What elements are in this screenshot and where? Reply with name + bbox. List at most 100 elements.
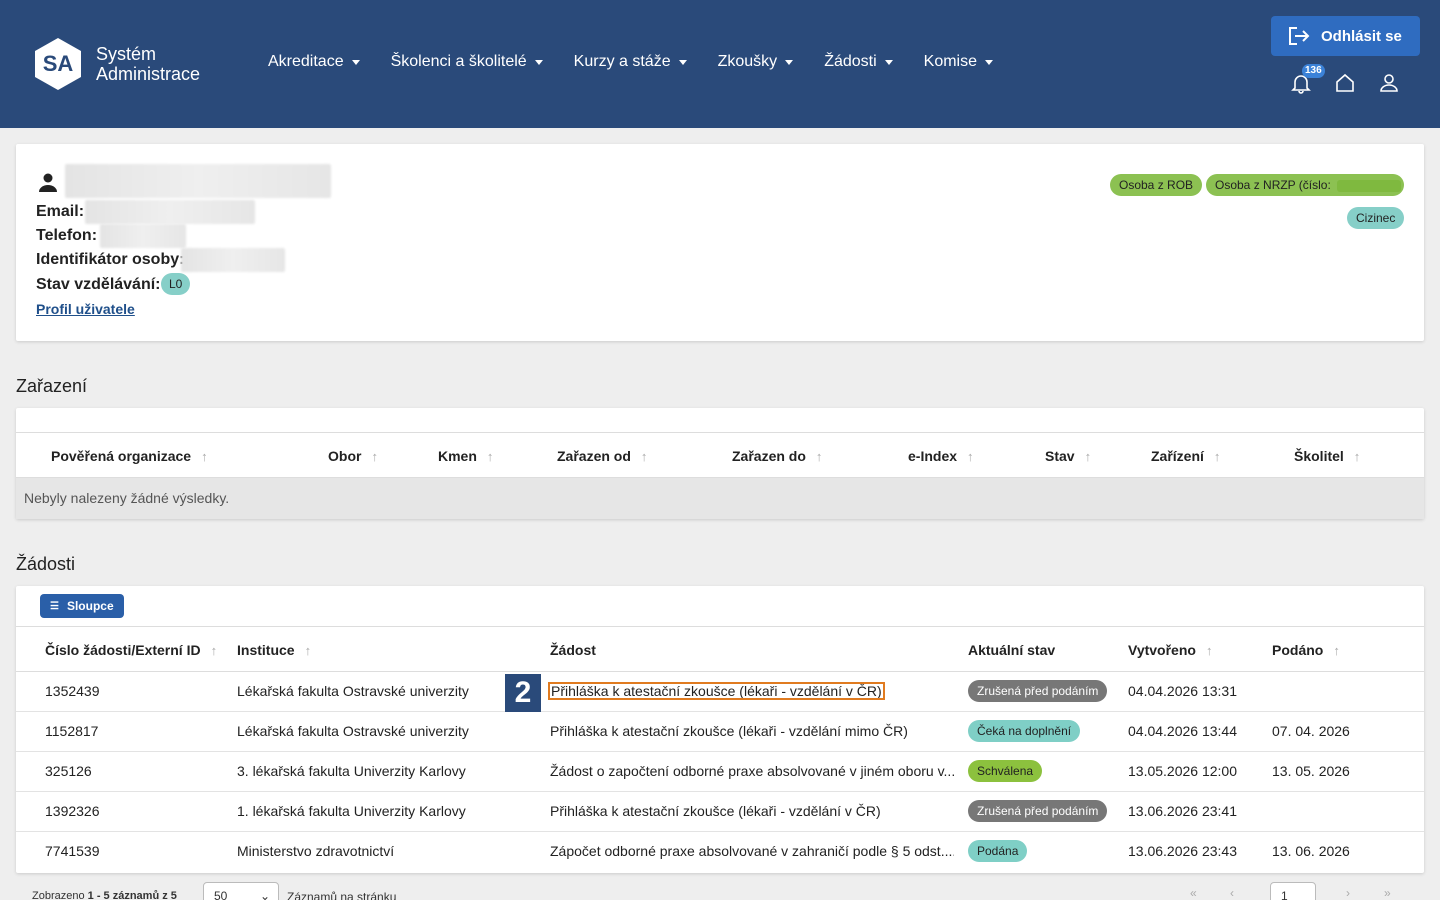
table-row[interactable]: 325126 3. lékařská fakulta Univerzity Ka… (16, 752, 1424, 792)
table-row[interactable]: 1352439 Lékařská fakulta Ostravské unive… (16, 672, 1424, 712)
table-row[interactable]: 7741539 Ministerstvo zdravotnictví Zápoč… (16, 832, 1424, 872)
sort-arrow-icon: ↑ (1205, 642, 1213, 658)
chevron-down-icon (884, 59, 893, 65)
col-zadost[interactable]: Žádost (550, 642, 596, 658)
profile-link[interactable]: Profil uživatele (36, 301, 135, 317)
nav-komise[interactable]: Komise (924, 53, 994, 71)
col-label: Podáno (1272, 642, 1324, 658)
sort-arrow-icon: ↑ (1084, 448, 1092, 464)
col-organizace[interactable]: Pověřená organizace ↑ (51, 448, 208, 464)
nav-zadosti[interactable]: Žádosti (824, 53, 893, 71)
cell-vytvoreno: 13.05.2026 12:00 (1128, 763, 1237, 779)
sort-arrow-icon: ↑ (371, 448, 378, 464)
columns-button[interactable]: ☰ Sloupce (40, 594, 124, 618)
home-button[interactable] (1334, 72, 1356, 94)
col-skolitel[interactable]: Školitel ↑ (1294, 448, 1360, 464)
notifications-button[interactable]: 136 (1290, 64, 1325, 94)
status-badge: Podána (968, 840, 1028, 862)
col-zarazen-do[interactable]: Zařazen do ↑ (732, 448, 822, 464)
table-header: Číslo žádosti/Externí ID ↑ Instituce ↑ Žád… (16, 626, 1424, 672)
badge-rob: Osoba z ROB (1110, 174, 1203, 196)
cell-podano: 13. 05. 2026 (1272, 763, 1350, 779)
logout-button[interactable]: Odhlásit se (1271, 16, 1420, 56)
nav-kurzy[interactable]: Kurzy a stáže (574, 53, 687, 71)
next-page-icon[interactable]: › (1346, 886, 1350, 900)
logout-icon (1289, 27, 1310, 45)
page-size-value: 50 (214, 889, 228, 900)
col-kmen[interactable]: Kmen ↑ (438, 448, 493, 464)
person-id-label: Identifikátor osoby: (36, 251, 185, 268)
cell-id: 1152817 (45, 723, 99, 739)
user-button[interactable] (1378, 72, 1400, 94)
nav-skolenci[interactable]: Školenci a školitelé (391, 53, 543, 71)
page-value: 1 (1281, 889, 1288, 900)
cell-zadost-link[interactable]: Zápočet odborné praxe absolvované v zahr… (550, 843, 954, 859)
col-obor[interactable]: Obor ↑ (328, 448, 378, 464)
col-label: Pověřená organizace (51, 448, 192, 464)
page-size-select[interactable]: 50 ⌄ (203, 882, 279, 900)
logo-text: SA (43, 51, 74, 76)
table-row[interactable]: 1392326 1. lékařská fakulta Univerzity K… (16, 792, 1424, 832)
redacted-name (65, 164, 331, 198)
sort-arrow-icon: ↑ (201, 448, 208, 464)
page-select[interactable]: 1 (1270, 882, 1316, 900)
prev-page-icon[interactable]: ‹ (1230, 886, 1234, 900)
col-eindex[interactable]: e-Index ↑ (908, 448, 974, 464)
col-podano[interactable]: Podáno ↑ (1272, 642, 1340, 658)
filter-icon: ☰ (50, 600, 59, 612)
col-label: Vytvořeno (1128, 642, 1196, 658)
col-vytvoreno[interactable]: Vytvořeno ↑ (1128, 642, 1212, 658)
empty-results: Nebyly nalezeny žádné výsledky. (16, 478, 1424, 519)
chevron-down-icon (351, 59, 360, 65)
cell-instituce: Lékařská fakulta Ostravské univerzity (237, 683, 469, 699)
cell-vytvoreno: 13.06.2026 23:43 (1128, 843, 1237, 859)
cell-zadost-link[interactable]: Přihláška k atestační zkoušce (lékaři - … (550, 723, 908, 739)
zarazeni-title: Zařazení (16, 376, 88, 396)
nav-label: Akreditace (268, 53, 344, 70)
nav-zkousky[interactable]: Zkoušky (718, 53, 794, 71)
app-logo[interactable]: SA (34, 37, 82, 91)
col-stav[interactable]: Stav ↑ (1045, 448, 1091, 464)
cell-instituce: 3. lékařská fakulta Univerzity Karlovy (237, 763, 466, 779)
sort-arrow-icon: ↑ (1353, 448, 1361, 464)
zadosti-title: Žádosti (16, 554, 76, 574)
col-instituce[interactable]: Instituce ↑ (237, 642, 311, 658)
zadosti-table: ☰ Sloupce Číslo žádosti/Externí ID ↑ Inst… (16, 586, 1424, 873)
logout-label: Odhlásit se (1321, 27, 1402, 45)
chevron-down-icon (534, 59, 543, 65)
status-badge: Čeká na doplnění (968, 720, 1081, 742)
table-row[interactable]: 1152817 Lékařská fakulta Ostravské unive… (16, 712, 1424, 752)
first-page-icon[interactable]: « (1190, 886, 1197, 900)
top-header: SA Systém Administrace Akreditace Školen… (0, 0, 1440, 128)
sort-arrow-icon: ↑ (304, 642, 312, 658)
badge-nrzp-label: Osoba z NRZP (číslo: (1215, 178, 1331, 192)
col-label: Kmen (438, 448, 477, 464)
chevron-down-icon (985, 59, 994, 65)
col-label: Instituce (237, 642, 295, 658)
col-label: Zařazen do (732, 448, 806, 464)
sort-arrow-icon: ↑ (640, 448, 648, 464)
nav-label: Žádosti (824, 53, 877, 70)
redacted-nrzp-number (1336, 179, 1401, 192)
col-label: Zařízení (1151, 448, 1204, 464)
col-cislo[interactable]: Číslo žádosti/Externí ID ↑ (45, 642, 217, 658)
col-stav[interactable]: Aktuální stav (968, 642, 1055, 658)
chevron-down-icon (678, 59, 687, 65)
brand-name: Systém Administrace (96, 44, 200, 84)
status-badge: Schválena (968, 760, 1043, 782)
main-nav: Akreditace Školenci a školitelé Kurzy a … (268, 53, 1024, 71)
last-page-icon[interactable]: » (1384, 886, 1391, 900)
cell-zadost-link[interactable]: Přihláška k atestační zkoušce (lékaři - … (548, 682, 885, 700)
col-zarazen-od[interactable]: Zařazen od ↑ (557, 448, 647, 464)
col-zarizeni[interactable]: Zařízení ↑ (1151, 448, 1220, 464)
email-label: Email: (36, 203, 85, 220)
col-label: Obor (328, 448, 362, 464)
chevron-down-icon (785, 59, 794, 65)
nav-akreditace[interactable]: Akreditace (268, 53, 360, 71)
step-marker: 2 (505, 674, 541, 712)
cell-zadost-link[interactable]: Žádost o započtení odborné praxe absolvo… (550, 763, 954, 779)
cell-zadost-link[interactable]: Přihláška k atestační zkoušce (lékaři - … (550, 803, 881, 819)
col-label: e-Index (908, 448, 958, 464)
badge-nrzp: Osoba z NRZP (číslo: (1206, 174, 1404, 196)
col-label: Žádost (550, 642, 596, 658)
